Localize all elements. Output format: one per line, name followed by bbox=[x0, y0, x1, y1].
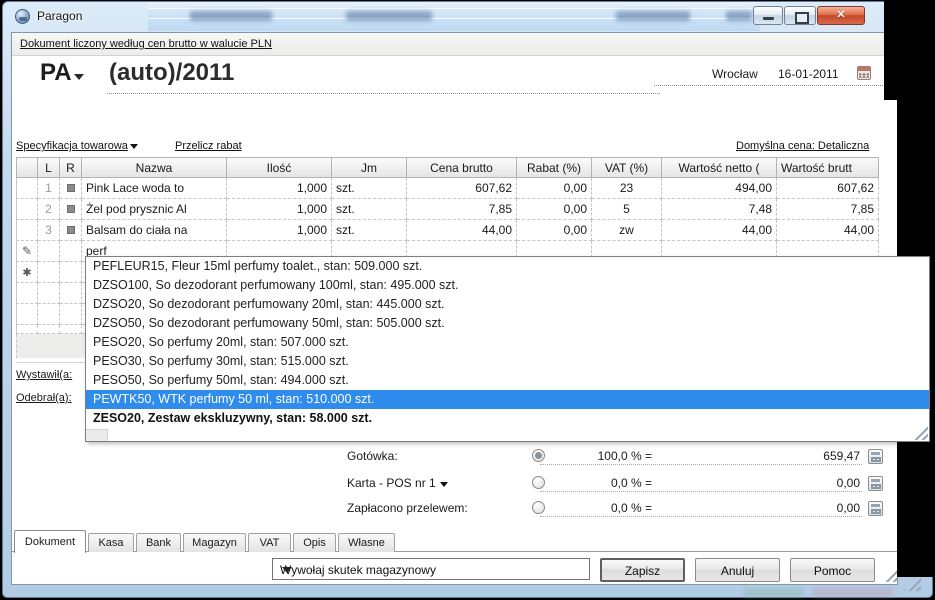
suggestion-item[interactable]: PEFLEUR15, Fleur 15ml perfumy toalet., s… bbox=[86, 257, 929, 276]
tab-vat[interactable]: VAT bbox=[248, 533, 291, 552]
document-date[interactable]: 16-01-2011 bbox=[778, 67, 839, 81]
col-unit[interactable]: Jm bbox=[332, 157, 407, 178]
suggestion-item[interactable]: PESO50, So perfumy 50ml, stan: 494.000 s… bbox=[86, 371, 929, 390]
col-gross-value[interactable]: Wartość brutt bbox=[777, 157, 879, 178]
tab-wlasne[interactable]: Własne bbox=[338, 533, 395, 552]
payment-row-transfer: Zapłacono przelewem: 0,0 % = 0,00 bbox=[12, 499, 897, 519]
suggestion-item-selected[interactable]: PEWTK50, WTK perfumy 50 ml, stan: 510.00… bbox=[86, 390, 929, 409]
table-row[interactable]: 2 Żel pod prysznic Al 1,000 szt. 7,85 0,… bbox=[16, 199, 879, 220]
cash-amount[interactable]: 659,47 bbox=[712, 449, 860, 463]
cash-percent[interactable]: 100,0 % = bbox=[552, 449, 652, 463]
transfer-radio[interactable] bbox=[532, 501, 545, 514]
document-city[interactable]: Wrocław bbox=[712, 67, 758, 81]
card-dropdown[interactable]: Karta - POS nr 1 bbox=[347, 476, 448, 490]
transfer-percent[interactable]: 0,0 % = bbox=[552, 501, 652, 515]
titlebar[interactable]: Paragon bbox=[3, 2, 932, 31]
col-name[interactable]: Nazwa bbox=[82, 157, 227, 178]
tab-magazyn[interactable]: Magazyn bbox=[183, 533, 246, 552]
tab-kasa[interactable]: Kasa bbox=[88, 533, 134, 552]
col-discount[interactable]: Rabat (%) bbox=[517, 157, 592, 178]
col-r[interactable]: R bbox=[60, 157, 82, 178]
row-flag-icon bbox=[67, 184, 75, 192]
save-button[interactable]: Zapisz bbox=[600, 558, 685, 582]
chevron-down-icon bbox=[282, 567, 292, 573]
document-number[interactable]: (auto)/2011 bbox=[109, 59, 234, 87]
restore-button[interactable] bbox=[784, 6, 816, 25]
payment-row-cash: Gotówka: 100,0 % = 659,47 bbox=[12, 447, 897, 467]
calculator-icon[interactable] bbox=[868, 501, 883, 516]
cash-radio[interactable] bbox=[532, 449, 545, 462]
calendar-icon[interactable] bbox=[857, 66, 871, 80]
warehouse-effect-combobox[interactable]: Wywołaj skutek magazynowy bbox=[272, 558, 590, 580]
tab-bank[interactable]: Bank bbox=[136, 533, 181, 552]
col-vat[interactable]: VAT (%) bbox=[592, 157, 662, 178]
issued-by-label[interactable]: Wystawił(a: bbox=[16, 369, 72, 381]
document-symbol-dropdown[interactable]: PA bbox=[40, 59, 84, 87]
card-radio[interactable] bbox=[532, 476, 545, 489]
suggestion-item[interactable]: DZSO100, So dezodorant perfumowany 100ml… bbox=[86, 276, 929, 295]
popup-corner bbox=[86, 429, 108, 441]
table-row[interactable]: 1 Pink Lace woda to 1,000 szt. 607,62 0,… bbox=[16, 178, 879, 199]
window-title: Paragon bbox=[37, 9, 82, 23]
col-gross-price[interactable]: Cena brutto bbox=[407, 157, 517, 178]
col-qty[interactable]: Ilość bbox=[227, 157, 332, 178]
received-by-label[interactable]: Odebrał(a): bbox=[16, 392, 72, 404]
transfer-amount[interactable]: 0,00 bbox=[712, 501, 860, 515]
row-flag-icon bbox=[67, 226, 75, 234]
product-suggestions-popup: PEFLEUR15, Fleur 15ml perfumy toalet., s… bbox=[85, 256, 930, 442]
table-row[interactable]: 3 Balsam do ciała na 1,000 szt. 44,00 0,… bbox=[16, 220, 879, 241]
cash-label: Gotówka: bbox=[347, 449, 398, 463]
col-net-value[interactable]: Wartość netto ( bbox=[662, 157, 777, 178]
pencil-icon: ✎ bbox=[22, 244, 32, 258]
default-price-link[interactable]: Domyślna cena: Detaliczna bbox=[736, 140, 869, 152]
cancel-button[interactable]: Anuluj bbox=[695, 558, 780, 582]
minimize-button[interactable] bbox=[753, 6, 783, 25]
calculator-icon[interactable] bbox=[868, 476, 883, 491]
tab-opis[interactable]: Opis bbox=[293, 533, 336, 552]
suggestion-item[interactable]: PESO30, So perfumy 30ml, stan: 515.000 s… bbox=[86, 352, 929, 371]
help-button[interactable]: Pomoc bbox=[790, 558, 875, 582]
tab-dokument[interactable]: Dokument bbox=[14, 530, 86, 553]
close-button[interactable] bbox=[817, 6, 865, 25]
card-percent[interactable]: 0,0 % = bbox=[552, 476, 652, 490]
titlebar-glass-background bbox=[148, 2, 760, 31]
new-row-icon: ✱ bbox=[22, 267, 31, 279]
calculator-icon[interactable] bbox=[868, 449, 883, 464]
suggestion-item[interactable]: DZSO20, So dezodorant perfumowany 20ml, … bbox=[86, 295, 929, 314]
payment-row-card: Karta - POS nr 1 0,0 % = 0,00 bbox=[12, 474, 897, 494]
card-amount[interactable]: 0,00 bbox=[712, 476, 860, 490]
row-flag-icon bbox=[67, 205, 75, 213]
suggestion-item[interactable]: PESO20, So perfumy 20ml, stan: 507.000 s… bbox=[86, 333, 929, 352]
recalc-discount-link[interactable]: Przelicz rabat bbox=[175, 140, 242, 152]
pricing-info-bar: Dokument liczony według cen brutto w wal… bbox=[12, 33, 897, 56]
suggestion-item[interactable]: ZESO20, Zestaw ekskluzywny, stan: 58.000… bbox=[86, 409, 929, 428]
suggestion-item[interactable]: DZSO50, So dezodorant perfumowany 50ml, … bbox=[86, 314, 929, 333]
resize-grip[interactable] bbox=[882, 567, 897, 582]
specification-dropdown[interactable]: Specyfikacja towarowa bbox=[16, 140, 138, 152]
transfer-label: Zapłacono przelewem: bbox=[347, 501, 468, 515]
grid-header-row: L R Nazwa Ilość Jm Cena brutto Rabat (%)… bbox=[16, 157, 879, 178]
app-icon bbox=[15, 9, 30, 24]
col-l[interactable]: L bbox=[38, 157, 60, 178]
city-date-underline bbox=[654, 85, 889, 86]
pricing-info-link[interactable]: Dokument liczony według cen brutto w wal… bbox=[20, 38, 272, 50]
document-number-underline bbox=[107, 93, 660, 94]
